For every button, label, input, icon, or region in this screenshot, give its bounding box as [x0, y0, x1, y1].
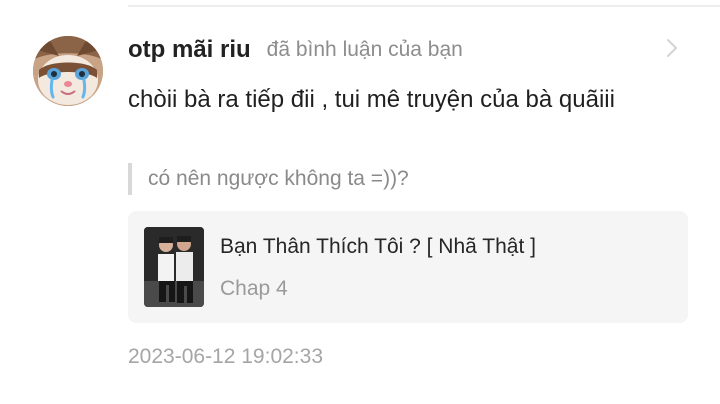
story-title[interactable]: Bạn Thân Thích Tôi ? [ Nhã Thật ] [220, 231, 536, 263]
story-cover-image [144, 227, 204, 307]
comment-header: otp mãi riu đã bình luận của bạn [128, 34, 463, 66]
comment-text: chòii bà ra tiếp đii , tui mê truyện của… [128, 86, 615, 113]
story-card[interactable]: Bạn Thân Thích Tôi ? [ Nhã Thật ] Chap 4 [128, 211, 688, 323]
comment-timestamp: 2023-06-12 19:02:33 [128, 345, 323, 368]
chevron-right-icon[interactable] [664, 38, 680, 58]
top-divider [128, 5, 720, 7]
username[interactable]: otp mãi riu [128, 36, 251, 64]
cat-avatar-icon [33, 36, 103, 106]
user-avatar[interactable] [33, 36, 103, 106]
quoted-reply: có nên ngược không ta =))? [128, 163, 409, 195]
story-chapter: Chap 4 [220, 277, 288, 300]
comment-action: đã bình luận của bạn [266, 38, 463, 61]
